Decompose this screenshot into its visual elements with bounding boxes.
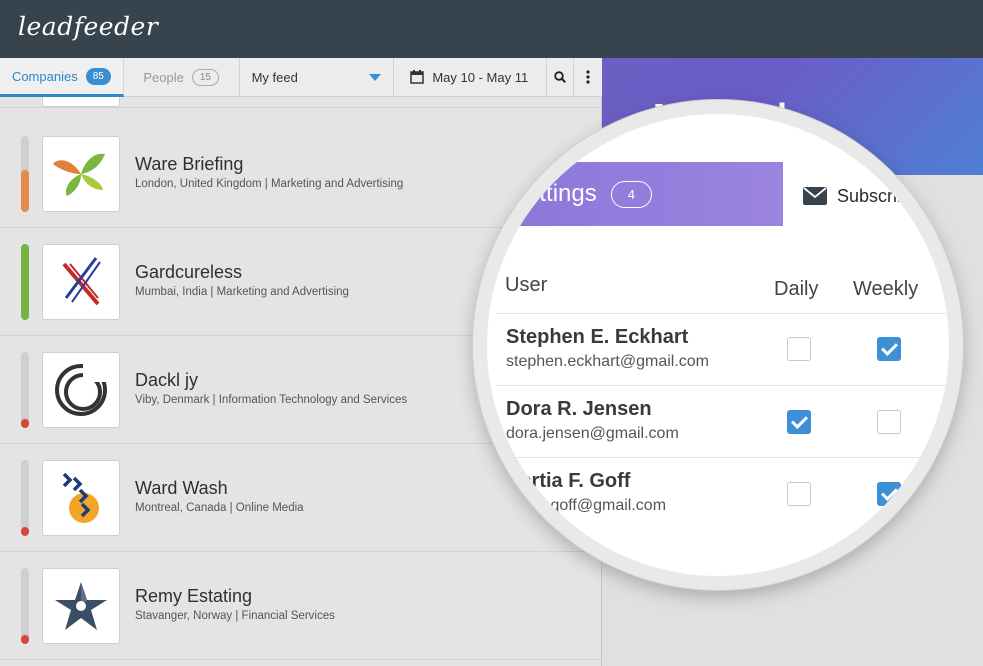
- more-vertical-icon: [586, 70, 590, 84]
- tab-settings[interactable]: Settings 4: [487, 162, 783, 226]
- table-row: Stephen E. Eckhart stephen.eckhart@gmail…: [497, 313, 949, 385]
- company-name[interactable]: Remy Estating: [135, 586, 252, 607]
- subscriber-name: Portia F. Goff: [506, 470, 631, 492]
- tab-companies[interactable]: Companies 85: [0, 58, 124, 97]
- people-count-badge: 15: [191, 68, 219, 86]
- company-meta: Stavanger, Norway | Financial Services: [135, 610, 335, 622]
- column-daily: Daily: [774, 278, 819, 300]
- magnifier-zoom: Settings 4 Subscribers User Daily Weekly…: [473, 100, 963, 590]
- lead-score-bar: [21, 244, 29, 320]
- lead-score-fill: [21, 527, 29, 536]
- chevron-down-icon: [369, 73, 382, 81]
- company-logo: [42, 568, 120, 644]
- date-range-picker[interactable]: May 10 - May 11: [394, 58, 548, 96]
- tab-people[interactable]: People 15: [124, 58, 240, 96]
- table-row: Dora R. Jensen dora.jensen@gmail.com: [497, 385, 949, 457]
- table-row: Portia F. Goff portia.goff@gmail.com: [497, 457, 949, 529]
- lead-score-bar: [21, 460, 29, 536]
- search-icon: [554, 71, 567, 83]
- star-logo-icon: [55, 582, 107, 630]
- company-name[interactable]: Gardcureless: [135, 262, 242, 283]
- envelope-icon: [803, 187, 827, 205]
- magnified-content: Settings 4 Subscribers User Daily Weekly…: [487, 114, 949, 576]
- lead-score-fill: [21, 419, 29, 428]
- tab-subscribers-label: Subscribers: [837, 185, 933, 206]
- weekly-checkbox[interactable]: [877, 337, 901, 361]
- feed-selector-value: My feed: [251, 69, 298, 85]
- leadfeeder-logo[interactable]: leadfeeder: [18, 12, 158, 41]
- company-meta: Montreal, Canada | Online Media: [135, 502, 304, 514]
- company-name[interactable]: Dackl jy: [135, 370, 198, 391]
- rings-logo-icon: [55, 362, 109, 416]
- lead-score-fill: [21, 244, 29, 320]
- lead-score-bar: [21, 568, 29, 644]
- weekly-checkbox[interactable]: [877, 482, 901, 506]
- company-logo: [42, 97, 120, 107]
- subscriber-email: dora.jensen@gmail.com: [506, 425, 679, 442]
- lead-score-fill: [21, 635, 29, 644]
- company-meta: Mumbai, India | Marketing and Advertisin…: [135, 286, 349, 298]
- company-name[interactable]: Ward Wash: [135, 478, 228, 499]
- company-meta: Viby, Denmark | Information Technology a…: [135, 394, 408, 406]
- company-meta: London, United Kingdom | Marketing and A…: [135, 178, 404, 190]
- company-logo: [42, 244, 120, 320]
- company-logo: [42, 352, 120, 428]
- search-button[interactable]: [547, 58, 575, 96]
- column-weekly: Weekly: [853, 278, 919, 300]
- companies-count-badge: 85: [85, 67, 111, 85]
- top-navigation-bar: leadfeeder: [0, 0, 983, 58]
- cross-logo-icon: [62, 257, 101, 306]
- column-user: User: [505, 274, 548, 296]
- list-toolbar: Companies 85 People 15 My feed May 10 - …: [0, 58, 602, 97]
- company-logo: [42, 136, 120, 212]
- tab-companies-label: Companies: [11, 68, 78, 84]
- subscriber-email: stephen.eckhart@gmail.com: [506, 353, 709, 370]
- list-item-partial[interactable]: [0, 97, 601, 108]
- settings-count-badge: 4: [610, 180, 652, 208]
- company-name[interactable]: Ware Briefing: [135, 154, 243, 175]
- tab-settings-label: Settings: [510, 180, 597, 207]
- feed-selector[interactable]: My feed: [240, 58, 395, 96]
- subscriber-name: Stephen E. Eckhart: [506, 326, 689, 348]
- weekly-checkbox[interactable]: [877, 410, 901, 434]
- daily-checkbox[interactable]: [787, 337, 811, 361]
- more-options-button[interactable]: [574, 58, 602, 96]
- daily-checkbox[interactable]: [787, 482, 811, 506]
- tab-people-label: People: [143, 69, 184, 85]
- chevrons-logo-icon: [62, 472, 99, 523]
- subscriber-email: portia.goff@gmail.com: [506, 497, 667, 514]
- tab-subscribers[interactable]: Subscribers: [783, 166, 949, 226]
- lead-score-fill: [21, 170, 29, 212]
- company-logo: [42, 460, 120, 536]
- subscriber-name: Dora R. Jensen: [506, 398, 652, 420]
- lead-score-bar: [21, 136, 29, 212]
- daily-checkbox[interactable]: [787, 410, 811, 434]
- date-range-label: May 10 - May 11: [432, 69, 529, 85]
- lead-score-bar: [21, 352, 29, 428]
- feed-tabs: Settings 4 Subscribers: [487, 162, 949, 226]
- leaf-logo-icon: [53, 153, 105, 196]
- calendar-icon: [410, 70, 425, 84]
